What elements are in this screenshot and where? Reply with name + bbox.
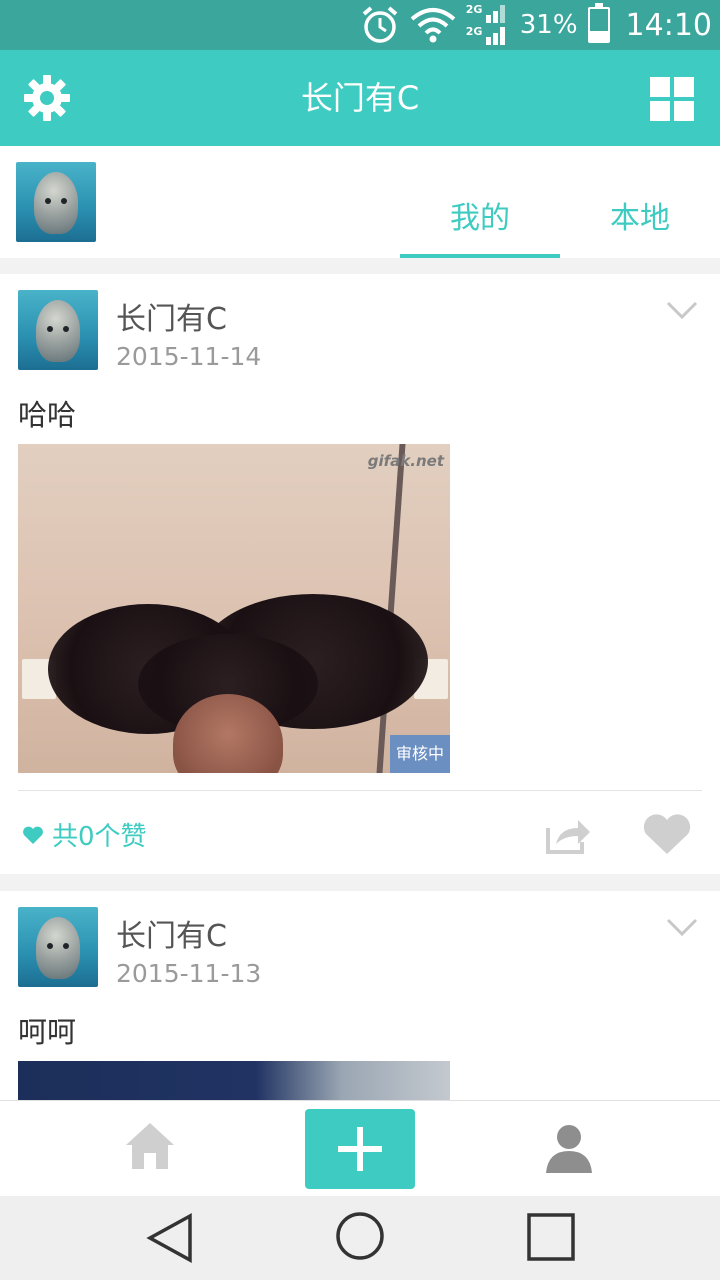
post-card: 长门有C 2015-11-13 呵呵 [0, 891, 720, 1100]
battery-icon [587, 3, 610, 43]
settings-gear-icon[interactable] [22, 73, 72, 123]
tab-bar: 我的 本地 [400, 146, 720, 258]
battery-percent: 31% [519, 10, 578, 40]
post-date: 2015-11-14 [116, 342, 262, 371]
add-post-button[interactable] [305, 1109, 415, 1189]
chevron-down-icon[interactable] [666, 917, 698, 937]
back-icon[interactable] [146, 1212, 194, 1264]
status-bar: 2G 2G 31% 14:10 [0, 0, 720, 50]
divider [18, 790, 702, 791]
post-text: 呵呵 [18, 1015, 77, 1049]
avatar[interactable] [18, 907, 98, 987]
status-icons: 2G 2G 31% 14:10 [360, 0, 712, 50]
post-date: 2015-11-13 [116, 959, 262, 988]
app-bar: 长门有C [0, 50, 720, 146]
avatar[interactable] [16, 162, 96, 242]
home-circle-icon[interactable] [334, 1210, 386, 1262]
post-image[interactable]: gifak.net 审核中 [18, 444, 450, 773]
add-icon [338, 1127, 382, 1171]
share-icon[interactable] [546, 814, 592, 854]
post-card: 长门有C 2015-11-14 哈哈 gifak.net 审核中 共0个赞 [0, 274, 720, 874]
home-icon[interactable] [124, 1121, 176, 1171]
recent-apps-icon[interactable] [526, 1212, 576, 1262]
review-status-badge: 审核中 [390, 735, 450, 773]
clock: 14:10 [625, 7, 712, 43]
likes-label: 共0个赞 [52, 822, 147, 852]
post-author: 长门有C [116, 919, 227, 954]
app-title: 长门有C [300, 79, 420, 117]
like-heart-icon[interactable] [642, 812, 692, 856]
heart-small-icon [23, 826, 43, 844]
post-text: 哈哈 [18, 398, 77, 432]
alarm-icon [360, 5, 400, 45]
profile-header: 我的 本地 [0, 146, 720, 258]
chevron-down-icon[interactable] [666, 300, 698, 320]
bottom-nav [0, 1100, 720, 1196]
grid-menu-icon[interactable] [650, 77, 694, 121]
tab-mine[interactable]: 我的 [400, 146, 560, 258]
system-nav-bar [0, 1196, 720, 1280]
likes-count[interactable]: 共0个赞 [22, 816, 147, 853]
post-image[interactable] [18, 1061, 450, 1100]
profile-icon[interactable] [546, 1123, 592, 1173]
avatar[interactable] [18, 290, 98, 370]
signal-icon: 2G 2G [466, 3, 510, 47]
wifi-icon [410, 7, 456, 43]
tab-local[interactable]: 本地 [560, 146, 720, 258]
image-watermark: gifak.net [367, 452, 444, 470]
post-author: 长门有C [116, 302, 227, 337]
